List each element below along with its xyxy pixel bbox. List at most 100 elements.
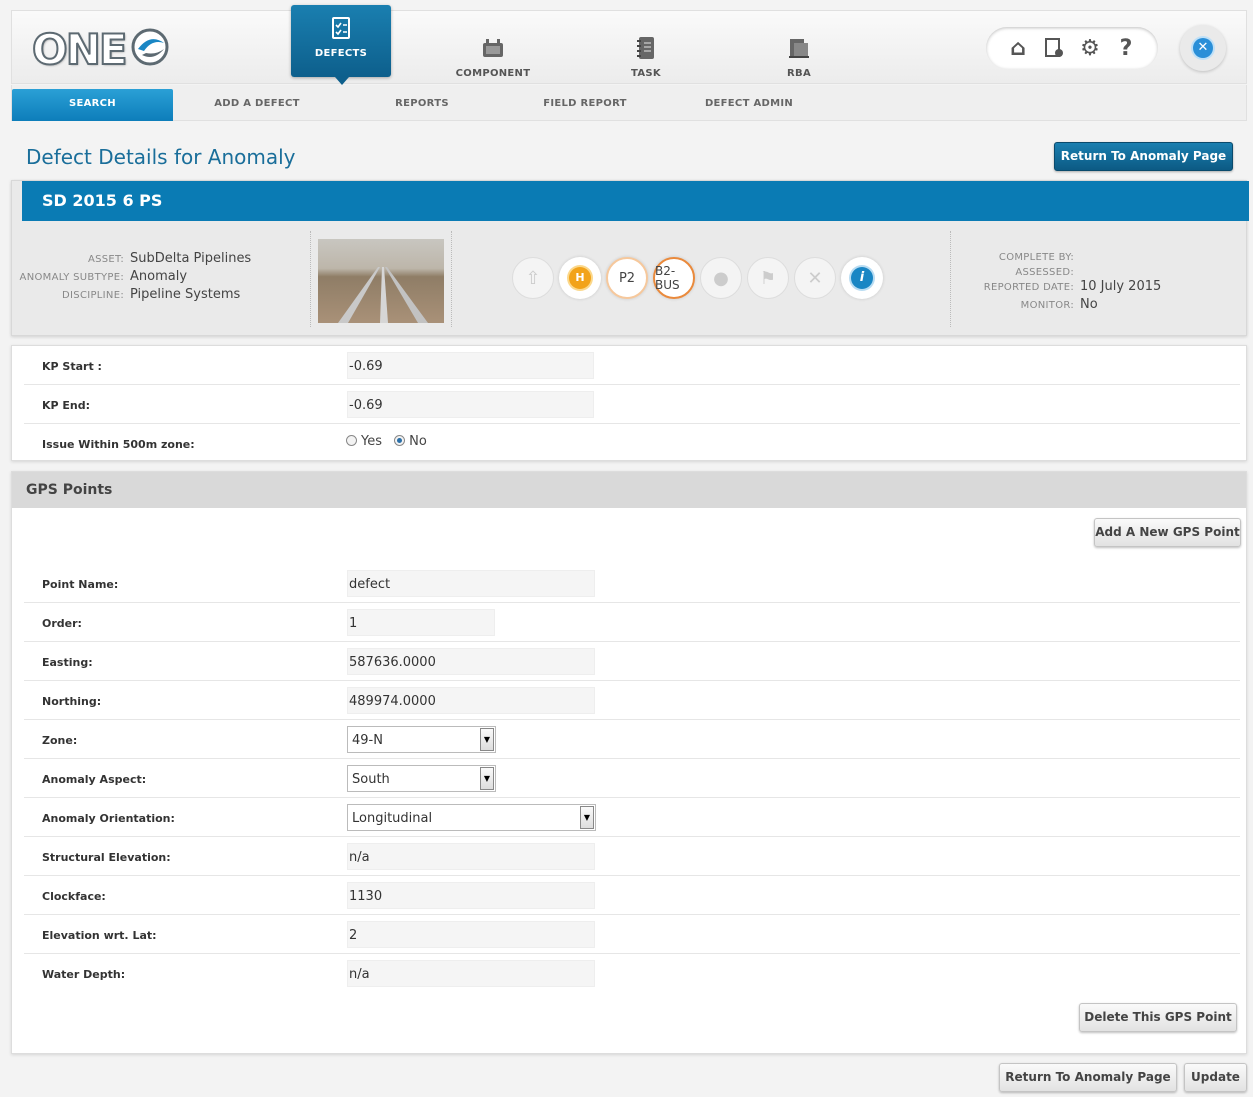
return-to-anomaly-button-top[interactable]: Return To Anomaly Page	[1054, 142, 1233, 171]
structural-elevation-input[interactable]: n/a	[347, 843, 595, 870]
droplet-icon[interactable]: ●	[700, 257, 742, 299]
monitor-key: MONITOR:	[1020, 300, 1074, 311]
nav-defects[interactable]: DEFECTS	[291, 5, 391, 85]
component-icon	[483, 39, 503, 57]
nav-component-label: COMPONENT	[455, 68, 531, 79]
divider	[451, 231, 452, 327]
northing-label: Northing:	[42, 695, 102, 708]
clockface-label: Clockface:	[42, 890, 106, 903]
zone-500m-label: Issue Within 500m zone:	[42, 438, 195, 451]
zone-select-value: 49-N	[352, 733, 383, 748]
kp-start-row: KP Start : -0.69	[24, 346, 1240, 385]
anomaly-meta-left: ASSET: SubDelta Pipelines ANOMALY SUBTYPE…	[12, 251, 312, 305]
delete-gps-point-button[interactable]: Delete This GPS Point	[1079, 1003, 1237, 1032]
nav-component[interactable]: COMPONENT	[443, 5, 543, 85]
gps-field-row: Northing: 489974.0000	[24, 681, 1240, 720]
tab-reports[interactable]: REPORTS	[352, 89, 492, 121]
anomaly-id: SD 2015 6 PS	[22, 181, 1249, 221]
close-icon: ✕	[1193, 38, 1213, 58]
anomaly-photo[interactable]	[318, 239, 444, 323]
zone-no-radio[interactable]	[394, 435, 406, 446]
kp-end-label: KP End:	[42, 399, 91, 412]
nav-rba[interactable]: RBA	[749, 5, 849, 85]
tools-icon[interactable]: ✕	[794, 257, 836, 299]
anomaly-orientation-value: Longitudinal	[352, 811, 433, 826]
kp-panel: KP Start : -0.69 KP End: -0.69 Issue Wit…	[11, 345, 1247, 461]
nav-rba-label: RBA	[787, 68, 811, 79]
anomaly-aspect-value: South	[352, 772, 390, 787]
chevron-down-icon: ▼	[480, 767, 494, 790]
info-label: i	[851, 267, 873, 289]
clockface-input[interactable]: 1130	[347, 882, 595, 909]
p2-priority-icon[interactable]: P2	[606, 257, 648, 299]
nav-task-label: TASK	[631, 68, 661, 79]
easting-input[interactable]: 587636.0000	[347, 648, 595, 675]
point-name-label: Point Name:	[42, 578, 119, 591]
document-settings-icon[interactable]	[1041, 35, 1067, 61]
kp-start-label: KP Start :	[42, 360, 102, 373]
divider	[950, 231, 951, 327]
order-input[interactable]: 1	[347, 609, 495, 636]
gears-icon[interactable]: ⚙	[1077, 35, 1103, 61]
tab-field-report[interactable]: FIELD REPORT	[515, 89, 655, 121]
water-depth-label: Water Depth:	[42, 968, 126, 981]
zone-label: Zone:	[42, 734, 78, 747]
tab-defect-admin[interactable]: DEFECT ADMIN	[679, 89, 819, 121]
pipeline-image	[338, 267, 428, 323]
asset-key: ASSET:	[87, 254, 124, 265]
zone-select[interactable]: 49-N ▼	[347, 726, 496, 753]
sub-navigation: SEARCH ADD A DEFECT REPORTS FIELD REPORT…	[11, 85, 1247, 121]
gps-field-row: Zone: 49-N ▼	[24, 720, 1240, 759]
kp-end-input[interactable]: -0.69	[347, 391, 594, 418]
divider	[310, 231, 311, 327]
subtype-key: ANOMALY SUBTYPE:	[19, 272, 124, 283]
tab-search[interactable]: SEARCH	[12, 89, 173, 121]
help-icon[interactable]: ?	[1113, 35, 1139, 61]
water-depth-input[interactable]: n/a	[347, 960, 595, 987]
gps-field-row: Anomaly Aspect: South ▼	[24, 759, 1240, 798]
gps-field-row: Point Name: defect	[24, 564, 1240, 603]
northing-input[interactable]: 489974.0000	[347, 687, 595, 714]
app-header: ONE DEFECTS COMPONENT TASK RBA ⌂ ⚙ ? ✕	[11, 5, 1247, 85]
upload-icon[interactable]: ⇧	[512, 257, 554, 299]
gps-field-row: Easting: 587636.0000	[24, 642, 1240, 681]
page-title: Defect Details for Anomaly	[26, 145, 296, 169]
elevation-wrt-lat-input[interactable]: 2	[347, 921, 595, 948]
tab-add-defect[interactable]: ADD A DEFECT	[187, 89, 327, 121]
return-to-anomaly-button-bottom[interactable]: Return To Anomaly Page	[999, 1063, 1177, 1092]
b2-bus-icon[interactable]: B2-BUS	[653, 257, 695, 299]
gps-field-row: Clockface: 1130	[24, 876, 1240, 915]
reported-date-key: REPORTED DATE:	[983, 282, 1074, 293]
easting-label: Easting:	[42, 656, 93, 669]
chevron-down-icon: ▼	[580, 806, 594, 829]
zone-no-label: No	[409, 434, 427, 449]
info-icon[interactable]: i	[841, 257, 883, 299]
structural-elevation-label: Structural Elevation:	[42, 851, 171, 864]
logo-swirl-icon	[131, 28, 169, 66]
zone-yes-label: Yes	[361, 434, 382, 449]
anomaly-summary: SD 2015 6 PS ASSET: SubDelta Pipelines AN…	[11, 180, 1249, 336]
zone-yes-radio[interactable]	[346, 435, 357, 446]
monitor-value: No	[1080, 297, 1098, 312]
kp-start-input[interactable]: -0.69	[347, 352, 594, 379]
anomaly-aspect-select[interactable]: South ▼	[347, 765, 496, 792]
add-gps-point-button[interactable]: Add A New GPS Point	[1094, 518, 1241, 547]
gps-panel: GPS Points Add A New GPS Point Point Nam…	[11, 471, 1247, 1054]
anomaly-orientation-select[interactable]: Longitudinal ▼	[347, 804, 596, 831]
update-button[interactable]: Update	[1184, 1063, 1247, 1092]
status-icons: ⇧ H P2 B2-BUS ● ⚑ ✕ i	[512, 257, 883, 299]
close-button[interactable]: ✕	[1180, 25, 1226, 71]
asset-value: SubDelta Pipelines	[130, 251, 252, 266]
zone-500m-row: Issue Within 500m zone: Yes No	[24, 424, 1240, 463]
discipline-key: DISCIPLINE:	[62, 290, 124, 301]
nav-task[interactable]: TASK	[596, 5, 696, 85]
point-name-input[interactable]: defect	[347, 570, 595, 597]
subtype-value: Anomaly	[130, 269, 188, 284]
gps-field-row: Order: 1	[24, 603, 1240, 642]
flag-icon[interactable]: ⚑	[747, 257, 789, 299]
home-icon[interactable]: ⌂	[1005, 35, 1031, 61]
anomaly-meta-right: COMPLETE BY: ASSESSED: REPORTED DATE: 10 …	[952, 249, 1242, 315]
app-logo[interactable]: ONE	[31, 24, 129, 75]
h-badge-icon[interactable]: H	[559, 257, 601, 299]
h-badge-label: H	[569, 267, 591, 289]
